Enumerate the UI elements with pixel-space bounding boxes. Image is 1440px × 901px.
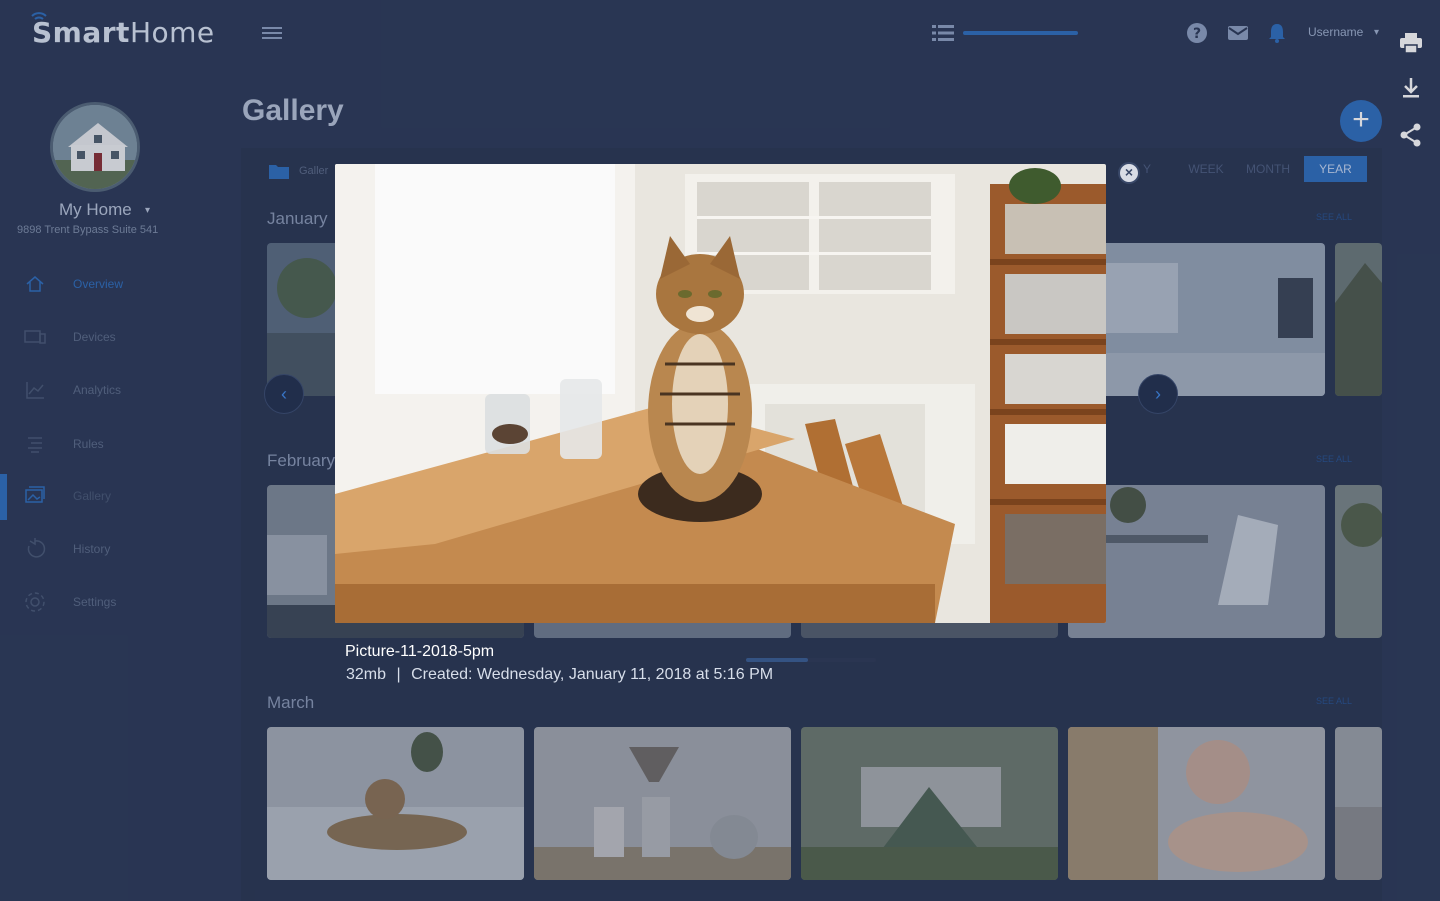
lightbox-image (335, 164, 1106, 623)
image-size: 32mb (346, 666, 387, 683)
close-lightbox-button[interactable]: × (1118, 162, 1140, 184)
image-created: Created: Wednesday, January 11, 2018 at … (411, 666, 774, 683)
image-title: Picture-11-2018-5pm (345, 643, 495, 660)
image-metadata: 32mb | Created: Wednesday, January 11, 2… (346, 666, 773, 684)
cat-on-table-photo (335, 164, 1106, 623)
metadata-separator: | (396, 666, 401, 683)
